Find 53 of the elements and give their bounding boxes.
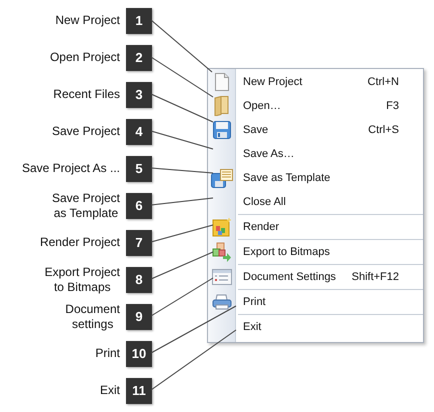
menu-item[interactable]: Export to Bitmaps bbox=[208, 240, 423, 264]
leader-line bbox=[150, 130, 214, 150]
folder-icon bbox=[214, 96, 230, 116]
callout-label: Recent Files bbox=[53, 87, 120, 102]
menu-item[interactable]: Document Settings Shift+F12 bbox=[208, 265, 423, 289]
floppy-disk-list-icon bbox=[211, 168, 233, 188]
number-badge: 5 bbox=[126, 156, 152, 182]
menu-item[interactable]: Exit bbox=[208, 315, 423, 339]
callout-label: Save Project As ... bbox=[22, 161, 120, 176]
number-badge: 2 bbox=[126, 44, 152, 70]
number-badge: 8 bbox=[126, 266, 152, 292]
callout-label: Save Project as Template bbox=[52, 190, 120, 220]
callout-label: Print bbox=[95, 346, 120, 361]
menu-item[interactable]: Save As… bbox=[208, 142, 423, 166]
leader-line bbox=[150, 56, 214, 98]
callout-label: Save Project bbox=[52, 124, 120, 139]
number-badge: 9 bbox=[126, 304, 152, 330]
shortcut-label: Ctrl+S bbox=[368, 124, 399, 136]
menu-item[interactable]: Save as Template bbox=[208, 166, 423, 190]
window-list-icon bbox=[212, 269, 232, 285]
callout-label: Exit bbox=[100, 383, 120, 398]
leader-line bbox=[150, 168, 214, 174]
menu-item[interactable]: Print bbox=[208, 290, 423, 314]
leader-line bbox=[150, 224, 214, 242]
menu-item[interactable]: Close All bbox=[208, 190, 423, 214]
menu-item[interactable]: Render bbox=[208, 215, 423, 239]
callout-label: Export Project to Bitmaps bbox=[44, 264, 120, 294]
number-badge: 1 bbox=[126, 8, 152, 34]
number-badge: 7 bbox=[126, 230, 152, 256]
number-badge: 4 bbox=[126, 118, 152, 144]
number-badge: 10 bbox=[126, 340, 152, 366]
shortcut-label: Ctrl+N bbox=[368, 76, 399, 88]
leader-line bbox=[150, 278, 214, 316]
export-icon bbox=[212, 242, 232, 262]
number-badge: 6 bbox=[126, 192, 152, 218]
number-badge: 11 bbox=[126, 378, 152, 404]
callout-label: New Project bbox=[55, 13, 120, 28]
leader-line bbox=[150, 252, 214, 280]
leader-line bbox=[150, 20, 212, 72]
shortcut-label: Shift+F12 bbox=[352, 271, 399, 283]
callout-label: Document settings bbox=[65, 302, 120, 332]
shortcut-label: F3 bbox=[386, 100, 399, 112]
callout-label: Open Project bbox=[50, 50, 120, 65]
leader-line bbox=[150, 94, 214, 122]
document-icon bbox=[215, 73, 229, 91]
menu-item[interactable]: Open… F3 bbox=[208, 94, 423, 118]
menu-item[interactable]: Save Ctrl+S bbox=[208, 118, 423, 142]
render-icon bbox=[212, 217, 232, 237]
printer-icon bbox=[212, 294, 232, 310]
menu-item[interactable]: New Project Ctrl+N bbox=[208, 70, 423, 94]
number-badge: 3 bbox=[126, 82, 152, 108]
callout-label: Render Project bbox=[40, 235, 120, 250]
leader-line bbox=[150, 198, 214, 206]
